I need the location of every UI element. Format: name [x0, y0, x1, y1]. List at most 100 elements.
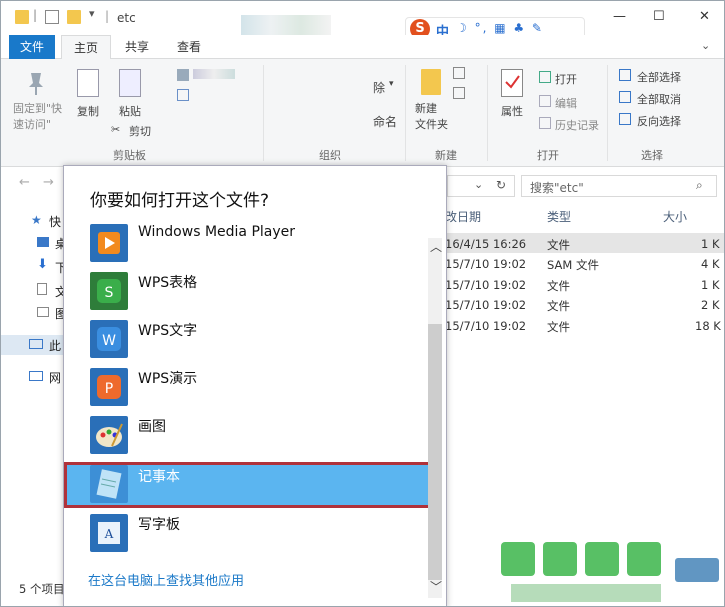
- nav-item-this-pc[interactable]: 此: [49, 337, 61, 354]
- address-box[interactable]: ⌄ ↻: [447, 175, 515, 197]
- ribbon: 固定到"快 速访问" 复制 粘贴 ✂ 剪切 剪贴板 除 ▾ 命名 组织 新建 文…: [1, 59, 724, 167]
- app-item-paint[interactable]: 画图: [86, 410, 432, 458]
- select-none-icon[interactable]: [619, 91, 631, 103]
- close-button[interactable]: ✕: [699, 9, 710, 24]
- app-item-wordpad[interactable]: A 写字板: [86, 508, 432, 556]
- file-type: SAM 文件: [547, 258, 599, 272]
- table-row[interactable]: 15/7/10 19:02 文件 2 K: [441, 295, 724, 315]
- site-watermark-logo: [495, 536, 724, 606]
- forward-arrow-icon[interactable]: →: [43, 175, 54, 190]
- pin-icon[interactable]: [25, 69, 47, 97]
- delete-button[interactable]: 除: [373, 79, 385, 96]
- select-group-label: 选择: [641, 149, 663, 162]
- edit-button[interactable]: 编辑: [555, 95, 577, 111]
- file-size: 18 K: [695, 319, 721, 333]
- clipboard-group-label: 剪贴板: [113, 149, 146, 162]
- minimize-button[interactable]: —: [613, 9, 626, 24]
- tab-share[interactable]: 共享: [117, 35, 157, 59]
- app-item-notepad[interactable]: 记事本: [86, 460, 432, 508]
- table-row[interactable]: 15/7/10 19:02 文件 18 K: [441, 316, 724, 336]
- cut-button[interactable]: 剪切: [129, 123, 151, 139]
- chevron-down-icon[interactable]: ⌄: [701, 39, 710, 52]
- table-row[interactable]: 16/4/15 16:26 文件 1 K: [441, 234, 724, 254]
- ribbon-tab-bar: 文件 主页 共享 查看 ⌄: [1, 35, 724, 60]
- table-row[interactable]: 15/7/10 19:02 文件 1 K: [441, 275, 724, 295]
- app-item-wps-spreadsheet[interactable]: S WPS表格: [86, 266, 432, 314]
- new-folder-icon[interactable]: [421, 69, 441, 95]
- group-separator: [405, 65, 406, 161]
- title-bar: | ▾ | etc S 中 ☽ °, ▦ ♣ ✎ — ☐ ✕: [1, 1, 724, 45]
- search-box[interactable]: 搜索"etc" ⌕: [521, 175, 717, 197]
- window-title: etc: [117, 11, 136, 25]
- refresh-icon[interactable]: ↻: [496, 178, 506, 192]
- copy-button[interactable]: 复制: [77, 103, 99, 119]
- network-icon: [29, 371, 43, 381]
- easy-access-icon[interactable]: [453, 87, 465, 99]
- item-count: 5 个项目: [19, 582, 65, 596]
- copy-icon[interactable]: [77, 69, 99, 97]
- history-button[interactable]: 历史记录: [555, 117, 599, 133]
- rename-button[interactable]: 命名: [373, 113, 397, 130]
- file-date: 15/7/10 19:02: [445, 319, 527, 333]
- chevron-down-icon[interactable]: ﹀: [430, 578, 442, 595]
- back-arrow-icon[interactable]: ←: [19, 175, 30, 190]
- tab-home[interactable]: 主页: [61, 35, 111, 60]
- properties-button[interactable]: 属性: [501, 103, 523, 119]
- paste-icon[interactable]: [119, 69, 141, 97]
- new-folder-button[interactable]: 新建 文件夹: [415, 101, 448, 133]
- nav-item-network[interactable]: 网: [49, 369, 61, 386]
- chevron-down-icon[interactable]: ⌄: [474, 178, 483, 191]
- column-header-type[interactable]: 类型: [547, 208, 571, 225]
- select-all-icon[interactable]: [619, 69, 631, 81]
- app-item-wps-presentation[interactable]: P WPS演示: [86, 362, 432, 410]
- table-row[interactable]: 15/7/10 19:02 SAM 文件 4 K: [441, 254, 724, 274]
- app-label: WPS表格: [138, 275, 198, 291]
- search-icon[interactable]: ⌕: [696, 178, 703, 193]
- file-size: 2 K: [701, 298, 720, 312]
- svg-text:A: A: [104, 527, 114, 541]
- customize-qa-icon[interactable]: ▾: [89, 7, 103, 21]
- new-folder-qa-icon[interactable]: [67, 10, 81, 24]
- history-icon[interactable]: [539, 117, 551, 129]
- invert-selection-icon[interactable]: [619, 113, 631, 125]
- pin-quick-access-label[interactable]: 固定到"快 速访问": [13, 101, 62, 133]
- tab-view[interactable]: 查看: [169, 35, 209, 59]
- chevron-up-icon[interactable]: ︿: [430, 238, 442, 255]
- tab-file[interactable]: 文件: [9, 35, 55, 59]
- column-header-size[interactable]: 大小: [663, 208, 687, 225]
- new-item-icon[interactable]: [453, 67, 465, 79]
- file-date: 15/7/10 19:02: [445, 298, 527, 312]
- file-date: 16/4/15 16:26: [445, 237, 527, 251]
- find-more-apps-link[interactable]: 在这台电脑上查找其他应用: [88, 570, 244, 589]
- maximize-button[interactable]: ☐: [653, 9, 665, 24]
- file-type: 文件: [547, 238, 570, 252]
- paste-button[interactable]: 粘贴: [119, 103, 141, 119]
- properties-qa-icon[interactable]: [45, 10, 59, 24]
- invert-selection-button[interactable]: 反向选择: [637, 113, 681, 129]
- copy-path-icon[interactable]: [177, 69, 189, 81]
- select-none-button[interactable]: 全部取消: [637, 91, 681, 107]
- nav-item-quick-access[interactable]: 快: [49, 213, 61, 230]
- file-type: 文件: [547, 299, 570, 313]
- file-size: 1 K: [701, 278, 720, 292]
- app-item-wps-writer[interactable]: W WPS文字: [86, 314, 432, 362]
- open-icon[interactable]: [539, 71, 551, 83]
- paste-shortcut-icon[interactable]: [177, 89, 189, 101]
- wps-writer-icon: W: [90, 320, 128, 358]
- star-icon: ★: [31, 213, 42, 227]
- app-item-windows-media-player[interactable]: Windows Media Player: [86, 218, 432, 266]
- properties-icon[interactable]: [501, 69, 523, 97]
- dialog-title: 你要如何打开这个文件?: [90, 191, 270, 211]
- scrollbar-thumb[interactable]: [428, 324, 442, 580]
- chevron-down-icon[interactable]: ▾: [389, 79, 394, 89]
- search-input[interactable]: 搜索"etc": [530, 179, 584, 196]
- separator-icon: |: [105, 9, 110, 23]
- group-separator: [607, 65, 608, 161]
- ime-tool-icons[interactable]: ☽ °, ▦ ♣ ✎: [456, 21, 544, 35]
- open-button[interactable]: 打开: [555, 71, 577, 87]
- select-all-button[interactable]: 全部选择: [637, 69, 681, 85]
- edit-icon[interactable]: [539, 95, 551, 107]
- app-label: WPS演示: [138, 371, 198, 387]
- scissors-icon[interactable]: ✂: [111, 123, 120, 136]
- column-header-date[interactable]: 改日期: [445, 208, 481, 225]
